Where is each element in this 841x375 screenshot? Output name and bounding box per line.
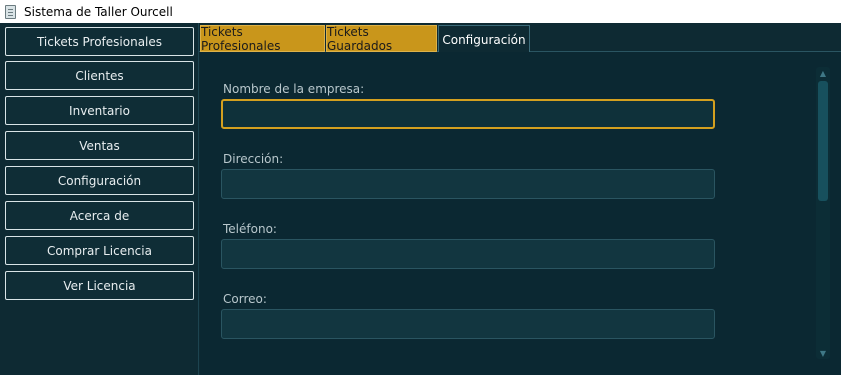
scroll-up-arrow-icon[interactable]: ▲: [816, 67, 830, 79]
sidebar-item-acerca-de[interactable]: Acerca de: [5, 201, 194, 230]
email-label: Correo:: [223, 292, 267, 306]
scrollbar-thumb[interactable]: [818, 81, 828, 201]
email-field[interactable]: [221, 309, 715, 339]
sidebar-item-comprar-licencia[interactable]: Comprar Licencia: [5, 236, 194, 265]
phone-label: Teléfono:: [223, 222, 277, 236]
title-bar: Sistema de Taller Ourcell: [0, 0, 841, 23]
sidebar-item-ver-licencia[interactable]: Ver Licencia: [5, 271, 194, 300]
company-name-field[interactable]: [221, 99, 715, 129]
sidebar: Tickets Profesionales Clientes Inventari…: [0, 23, 199, 375]
scroll-down-arrow-icon[interactable]: ▼: [816, 347, 830, 359]
configuration-panel: Nombre de la empresa: Dirección: Teléfon…: [200, 52, 841, 375]
address-field[interactable]: [221, 169, 715, 199]
address-label: Dirección:: [223, 152, 284, 166]
sidebar-item-clientes[interactable]: Clientes: [5, 61, 194, 90]
phone-field[interactable]: [221, 239, 715, 269]
tab-tickets-guardados[interactable]: Tickets Guardados: [326, 25, 437, 53]
company-name-label: Nombre de la empresa:: [223, 82, 365, 96]
tab-configuracion[interactable]: Configuración: [438, 25, 530, 53]
app-document-icon: [4, 4, 18, 20]
sidebar-item-configuracion[interactable]: Configuración: [5, 166, 194, 195]
vertical-scrollbar[interactable]: ▲ ▼: [816, 67, 830, 359]
window-title: Sistema de Taller Ourcell: [24, 4, 173, 19]
tab-tickets-profesionales[interactable]: Tickets Profesionales: [200, 25, 325, 53]
tab-bar: Tickets Profesionales Tickets Guardados …: [199, 23, 841, 53]
sidebar-item-tickets-profesionales[interactable]: Tickets Profesionales: [5, 27, 194, 56]
sidebar-item-inventario[interactable]: Inventario: [5, 96, 194, 125]
sidebar-item-ventas[interactable]: Ventas: [5, 131, 194, 160]
